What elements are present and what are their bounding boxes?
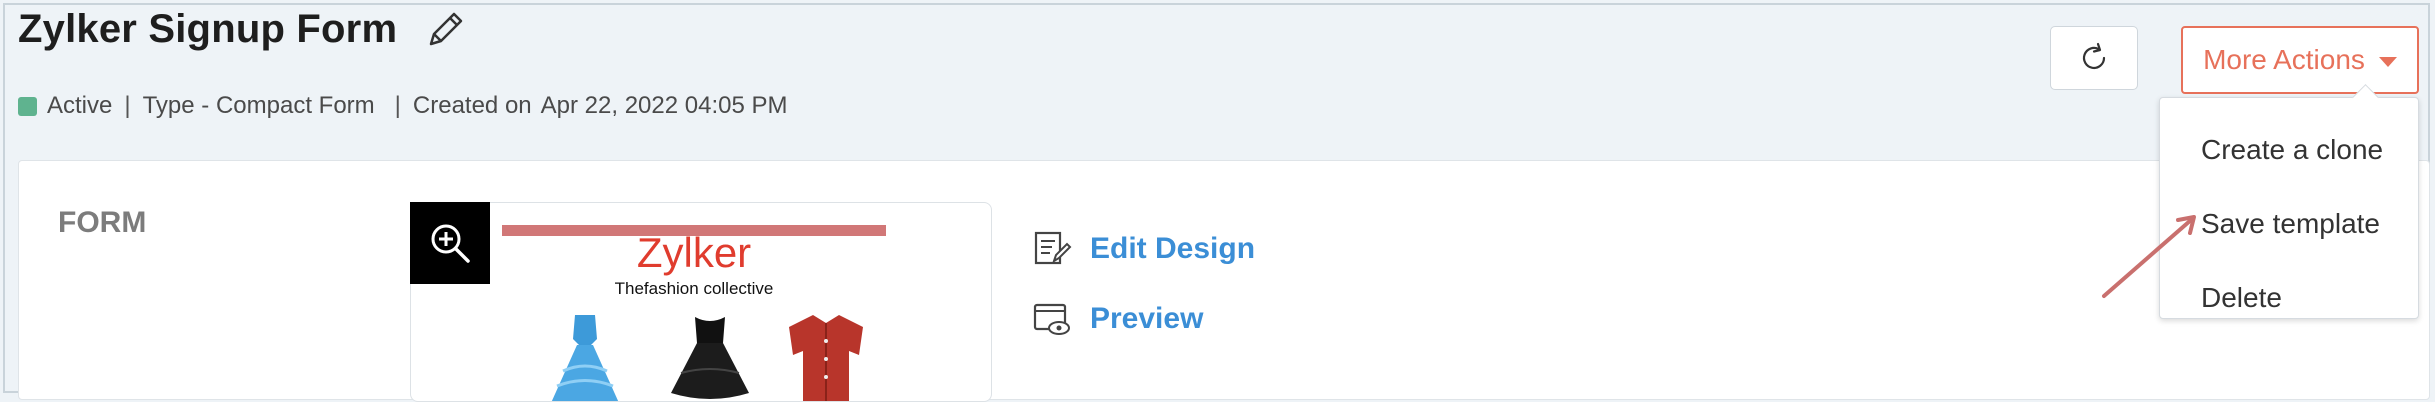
form-card: [18, 160, 2430, 400]
created-date: Apr 22, 2022 04:05 PM: [540, 92, 788, 119]
menu-item-create-clone[interactable]: Create a clone: [2201, 134, 2383, 166]
more-actions-button[interactable]: More Actions: [2181, 26, 2419, 94]
annotation-arrow: [2102, 215, 2196, 298]
pencil-icon[interactable]: [423, 6, 469, 52]
status-text: Active: [47, 92, 113, 119]
page-title: Zylker Signup Form: [18, 6, 398, 51]
edit-design-label: Edit Design: [1090, 232, 1256, 265]
menu-item-save-template[interactable]: Save template: [2201, 208, 2380, 240]
created-label: Created on: [412, 92, 532, 119]
caret-down-icon: [2378, 57, 2397, 67]
form-type: Type - Compact Form: [142, 92, 375, 119]
preview-icon: [1033, 303, 1070, 335]
form-meta: Active | Type - Compact Form | Created o…: [18, 92, 787, 120]
refresh-button[interactable]: [2050, 26, 2138, 90]
black-dress-image: [671, 317, 749, 399]
meta-separator: |: [394, 92, 401, 119]
refresh-icon: [2082, 42, 2106, 70]
preview-label: Preview: [1090, 302, 1204, 335]
zoom-in-button[interactable]: [410, 202, 490, 284]
edit-design-icon: [1034, 231, 1072, 265]
preview-link[interactable]: Preview: [1032, 299, 1203, 339]
more-actions-label: More Actions: [2203, 44, 2365, 75]
title-row: Zylker Signup Form: [18, 6, 469, 52]
form-thumbnail[interactable]: Zylker Thefashion collective: [410, 202, 992, 402]
thumbnail-tagline: Thefashion collective: [614, 279, 774, 298]
zoom-in-icon: [431, 224, 470, 263]
blue-dress-image: [551, 315, 619, 401]
menu-item-delete[interactable]: Delete: [2201, 282, 2282, 314]
form-section-heading: FORM: [58, 206, 147, 239]
meta-separator: |: [124, 92, 131, 119]
edit-design-link[interactable]: Edit Design: [1032, 229, 1255, 269]
thumbnail-brand: Zylker: [636, 229, 752, 276]
status-indicator: [18, 96, 37, 116]
red-shirt-image: [789, 315, 863, 401]
